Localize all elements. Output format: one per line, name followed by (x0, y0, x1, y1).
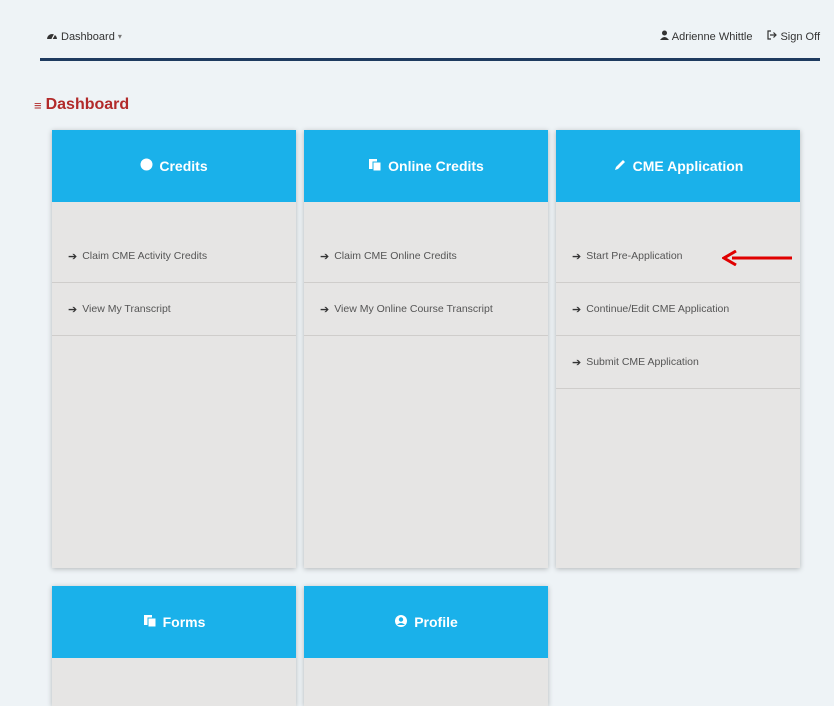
arrow-right-icon: ➔ (320, 303, 330, 316)
claim-cme-activity-credits-link[interactable]: ➔ Claim CME Activity Credits (52, 230, 296, 283)
circle-icon (140, 158, 153, 174)
link-label: Claim CME Online Credits (334, 250, 457, 262)
profile-card-header[interactable]: Profile (304, 586, 548, 658)
user-circle-icon (394, 614, 408, 631)
dashboard-gauge-icon (46, 30, 58, 43)
cme-application-card: CME Application ➔ Start Pre-Application … (556, 130, 800, 568)
dashboard-menu[interactable]: Dashboard ▾ (46, 30, 122, 43)
arrow-right-icon: ➔ (68, 250, 78, 263)
submit-cme-application-link[interactable]: ➔ Submit CME Application (556, 336, 800, 389)
copy-icon (368, 158, 382, 175)
user-menu[interactable]: Adrienne Whittle (659, 30, 753, 43)
link-label: Continue/Edit CME Application (586, 303, 730, 315)
view-my-transcript-link[interactable]: ➔ View My Transcript (52, 283, 296, 336)
card-title: Online Credits (388, 158, 484, 174)
card-title: CME Application (632, 158, 744, 174)
page-title-text: Dashboard (45, 96, 130, 113)
forms-card-header[interactable]: Forms (52, 586, 296, 658)
menu-bars-icon: ≡ (34, 97, 42, 113)
sign-off-label: Sign Off (780, 30, 820, 43)
card-title: Credits (159, 158, 208, 174)
arrow-right-icon: ➔ (572, 356, 582, 369)
link-label: Start Pre-Application (586, 250, 683, 262)
view-online-course-transcript-link[interactable]: ➔ View My Online Course Transcript (304, 283, 548, 336)
continue-edit-cme-application-link[interactable]: ➔ Continue/Edit CME Application (556, 283, 800, 336)
arrow-right-icon: ➔ (320, 250, 330, 263)
profile-card: Profile (304, 586, 548, 706)
sign-out-icon (766, 30, 778, 43)
link-label: Submit CME Application (586, 356, 699, 368)
arrow-right-icon: ➔ (68, 303, 78, 316)
link-label: Claim CME Activity Credits (82, 250, 208, 262)
copy-icon (143, 614, 157, 631)
online-credits-card-header[interactable]: Online Credits (304, 130, 548, 202)
link-label: View My Online Course Transcript (334, 303, 493, 315)
card-title: Profile (414, 614, 458, 630)
user-name: Adrienne Whittle (671, 30, 753, 43)
annotation-arrow-icon (722, 250, 792, 266)
pencil-icon (613, 158, 627, 175)
sign-off-link[interactable]: Sign Off (766, 30, 820, 43)
card-title: Forms (162, 614, 206, 630)
dashboard-menu-label: Dashboard (61, 30, 115, 43)
online-credits-card: Online Credits ➔ Claim CME Online Credit… (304, 130, 548, 568)
page-title: ≡ Dashboard (34, 96, 129, 114)
chevron-down-icon: ▾ (117, 32, 122, 41)
cme-application-card-header[interactable]: CME Application (556, 130, 800, 202)
claim-cme-online-credits-link[interactable]: ➔ Claim CME Online Credits (304, 230, 548, 283)
arrow-right-icon: ➔ (572, 250, 582, 263)
credits-card: Credits ➔ Claim CME Activity Credits ➔ V… (52, 130, 296, 568)
link-label: View My Transcript (82, 303, 171, 315)
credits-card-header[interactable]: Credits (52, 130, 296, 202)
forms-card: Forms (52, 586, 296, 706)
arrow-right-icon: ➔ (572, 303, 582, 316)
top-navbar: Dashboard ▾ Adrienne Whittle Sign Off (40, 22, 820, 61)
user-icon (659, 30, 669, 43)
